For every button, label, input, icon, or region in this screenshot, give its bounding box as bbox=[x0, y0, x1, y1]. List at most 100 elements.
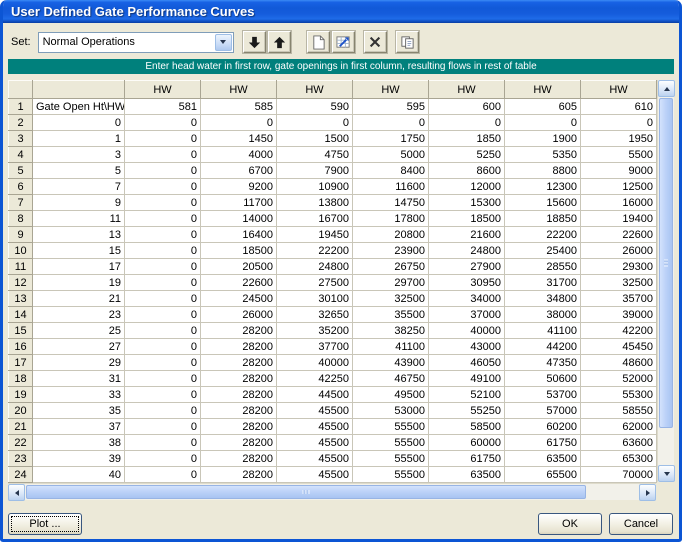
grid-cell[interactable]: 0 bbox=[125, 227, 201, 243]
grid-cell[interactable]: 18500 bbox=[201, 243, 277, 259]
grid-cell[interactable]: 42250 bbox=[277, 371, 353, 387]
grid-cell[interactable]: 0 bbox=[125, 419, 201, 435]
grid-cell[interactable]: 17800 bbox=[353, 211, 429, 227]
grid-cell[interactable]: 55250 bbox=[429, 403, 505, 419]
grid-cell[interactable]: 0 bbox=[125, 179, 201, 195]
grid-cell[interactable]: 46050 bbox=[429, 355, 505, 371]
grid-cell[interactable]: 58500 bbox=[429, 419, 505, 435]
grid-cell[interactable]: 61750 bbox=[429, 451, 505, 467]
grid-cell[interactable]: 45500 bbox=[277, 403, 353, 419]
grid-cell[interactable]: 0 bbox=[125, 163, 201, 179]
grid-cell[interactable]: 58550 bbox=[581, 403, 657, 419]
grid-cell[interactable]: 24800 bbox=[277, 259, 353, 275]
grid-cell[interactable]: 4000 bbox=[201, 147, 277, 163]
grid-cell[interactable]: 35700 bbox=[581, 291, 657, 307]
grid-cell[interactable]: 35 bbox=[33, 403, 125, 419]
vertical-scrollbar[interactable] bbox=[657, 80, 674, 482]
horizontal-scrollbar[interactable] bbox=[8, 483, 656, 500]
grid-cell[interactable]: 28200 bbox=[201, 323, 277, 339]
grid-cell[interactable]: 7900 bbox=[277, 163, 353, 179]
grid-cell[interactable]: 15300 bbox=[429, 195, 505, 211]
grid-cell[interactable]: 600 bbox=[429, 99, 505, 115]
grid-cell[interactable]: 28200 bbox=[201, 435, 277, 451]
grid-cell[interactable]: 37700 bbox=[277, 339, 353, 355]
grid-cell[interactable]: 0 bbox=[125, 243, 201, 259]
grid-cell[interactable]: 1900 bbox=[505, 131, 581, 147]
grid-cell[interactable]: 42200 bbox=[581, 323, 657, 339]
vertical-scroll-track[interactable] bbox=[658, 428, 674, 465]
grid-cell[interactable]: 18850 bbox=[505, 211, 581, 227]
grid-cell[interactable]: 0 bbox=[125, 147, 201, 163]
set-combobox[interactable]: Normal Operations bbox=[38, 32, 234, 53]
row-number[interactable]: 6 bbox=[9, 179, 33, 195]
grid-cell[interactable]: 53000 bbox=[353, 403, 429, 419]
grid-cell[interactable]: 610 bbox=[581, 99, 657, 115]
fill-table-button[interactable] bbox=[332, 31, 355, 53]
grid-cell[interactable]: 13 bbox=[33, 227, 125, 243]
ok-button[interactable]: OK bbox=[538, 513, 602, 535]
grid-cell[interactable]: 55300 bbox=[581, 387, 657, 403]
grid-cell[interactable]: 63600 bbox=[581, 435, 657, 451]
scroll-up-button[interactable] bbox=[658, 80, 675, 97]
grid-cell[interactable]: 40 bbox=[33, 467, 125, 483]
grid-cell[interactable]: 32500 bbox=[353, 291, 429, 307]
grid-cell[interactable]: 45500 bbox=[277, 451, 353, 467]
grid-cell[interactable]: 28200 bbox=[201, 451, 277, 467]
grid-cell[interactable]: 8400 bbox=[353, 163, 429, 179]
row-number[interactable]: 11 bbox=[9, 259, 33, 275]
row-number[interactable]: 8 bbox=[9, 211, 33, 227]
row-number[interactable]: 19 bbox=[9, 387, 33, 403]
grid-cell[interactable]: 0 bbox=[581, 115, 657, 131]
grid-cell[interactable]: 5 bbox=[33, 163, 125, 179]
grid-cell[interactable]: 27500 bbox=[277, 275, 353, 291]
grid-cell[interactable]: 34800 bbox=[505, 291, 581, 307]
grid-cell[interactable]: 16700 bbox=[277, 211, 353, 227]
grid-cell[interactable]: 0 bbox=[125, 371, 201, 387]
grid-cell[interactable]: 28200 bbox=[201, 403, 277, 419]
grid-cell[interactable]: 0 bbox=[125, 339, 201, 355]
row-number[interactable]: 2 bbox=[9, 115, 33, 131]
grid-cell[interactable]: 28200 bbox=[201, 387, 277, 403]
grid-cell[interactable]: 52100 bbox=[429, 387, 505, 403]
grid-cell[interactable]: 1 bbox=[33, 131, 125, 147]
grid-cell[interactable]: 29700 bbox=[353, 275, 429, 291]
grid-cell[interactable]: 48600 bbox=[581, 355, 657, 371]
grid-cell[interactable]: 33 bbox=[33, 387, 125, 403]
grid-cell[interactable]: 37 bbox=[33, 419, 125, 435]
grid-cell[interactable]: 26750 bbox=[353, 259, 429, 275]
scroll-down-button[interactable] bbox=[658, 465, 675, 482]
grid-cell[interactable]: 14000 bbox=[201, 211, 277, 227]
grid-cell[interactable]: 35200 bbox=[277, 323, 353, 339]
grid-cell[interactable]: 45500 bbox=[277, 435, 353, 451]
grid-cell[interactable]: 4750 bbox=[277, 147, 353, 163]
grid-cell[interactable]: 28200 bbox=[201, 355, 277, 371]
grid-cell[interactable]: 23900 bbox=[353, 243, 429, 259]
grid-cell[interactable]: 38250 bbox=[353, 323, 429, 339]
grid-cell[interactable]: 25 bbox=[33, 323, 125, 339]
grid-cell[interactable]: 52000 bbox=[581, 371, 657, 387]
grid-cell[interactable]: 9 bbox=[33, 195, 125, 211]
row-number[interactable]: 24 bbox=[9, 467, 33, 483]
grid-cell[interactable]: 22200 bbox=[505, 227, 581, 243]
row-number[interactable]: 13 bbox=[9, 291, 33, 307]
grid-cell[interactable]: 30950 bbox=[429, 275, 505, 291]
grid-cell[interactable]: 39 bbox=[33, 451, 125, 467]
grid-cell[interactable]: 0 bbox=[429, 115, 505, 131]
grid-cell[interactable]: 30100 bbox=[277, 291, 353, 307]
grid-cell[interactable]: 22600 bbox=[581, 227, 657, 243]
grid-cell[interactable]: 15 bbox=[33, 243, 125, 259]
vertical-scroll-thumb[interactable] bbox=[659, 98, 673, 428]
grid-cell[interactable]: 0 bbox=[125, 451, 201, 467]
grid-cell[interactable]: 15600 bbox=[505, 195, 581, 211]
row-number[interactable]: 14 bbox=[9, 307, 33, 323]
grid-cell[interactable]: 1450 bbox=[201, 131, 277, 147]
horizontal-scroll-track[interactable] bbox=[586, 484, 639, 500]
grid-cell[interactable]: 32650 bbox=[277, 307, 353, 323]
grid-cell[interactable]: 0 bbox=[33, 115, 125, 131]
row-number[interactable]: 3 bbox=[9, 131, 33, 147]
row-number[interactable]: 18 bbox=[9, 371, 33, 387]
grid-cell[interactable]: 27900 bbox=[429, 259, 505, 275]
grid-cell[interactable]: 585 bbox=[201, 99, 277, 115]
grid-cell[interactable]: 53700 bbox=[505, 387, 581, 403]
grid-cell[interactable]: 55500 bbox=[353, 451, 429, 467]
